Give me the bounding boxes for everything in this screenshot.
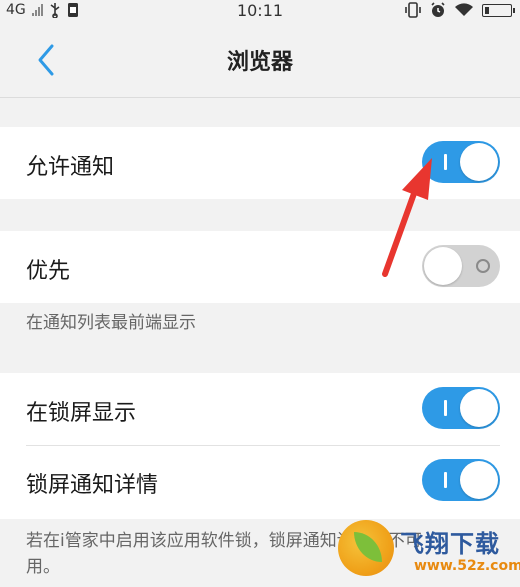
wifi-icon	[455, 3, 473, 17]
app-header: 浏览器	[0, 22, 520, 98]
lock-screen-display-label: 在锁屏显示	[26, 401, 137, 426]
toggle-knob	[460, 389, 498, 427]
toggle-on-bar	[444, 154, 447, 170]
toggle-off-ring	[476, 259, 490, 273]
watermark-logo: 飞翔下载 www.52z.com	[330, 512, 520, 587]
row-allow-notifications: 允许通知	[0, 127, 520, 199]
watermark-url: www.52z.com	[414, 558, 520, 574]
page-title: 浏览器	[226, 50, 293, 75]
row-divider	[26, 445, 500, 446]
allow-notifications-label: 允许通知	[26, 155, 115, 180]
vibrate-icon	[405, 2, 421, 18]
row-lock-screen-display: 在锁屏显示 锁屏通知详情	[0, 373, 520, 519]
toggle-on-bar	[444, 400, 447, 416]
lock-screen-details-label: 锁屏通知详情	[26, 473, 159, 498]
toggle-knob	[460, 143, 498, 181]
watermark-emblem-icon	[338, 520, 394, 576]
lock-screen-details-toggle[interactable]	[422, 459, 500, 501]
priority-note: 在通知列表最前端显示	[26, 313, 196, 333]
watermark-brand: 飞翔下载	[400, 530, 500, 558]
status-right	[404, 2, 515, 18]
alarm-icon	[431, 2, 445, 17]
toggle-on-bar	[444, 472, 447, 488]
priority-label: 优先	[26, 259, 71, 284]
row-priority: 优先	[0, 231, 520, 303]
status-bar: 4G 10:11	[0, 0, 520, 22]
toggle-knob	[460, 461, 498, 499]
lock-screen-display-toggle[interactable]	[422, 387, 500, 429]
battery-icon	[482, 3, 515, 17]
annotation-arrow-icon	[382, 158, 432, 277]
